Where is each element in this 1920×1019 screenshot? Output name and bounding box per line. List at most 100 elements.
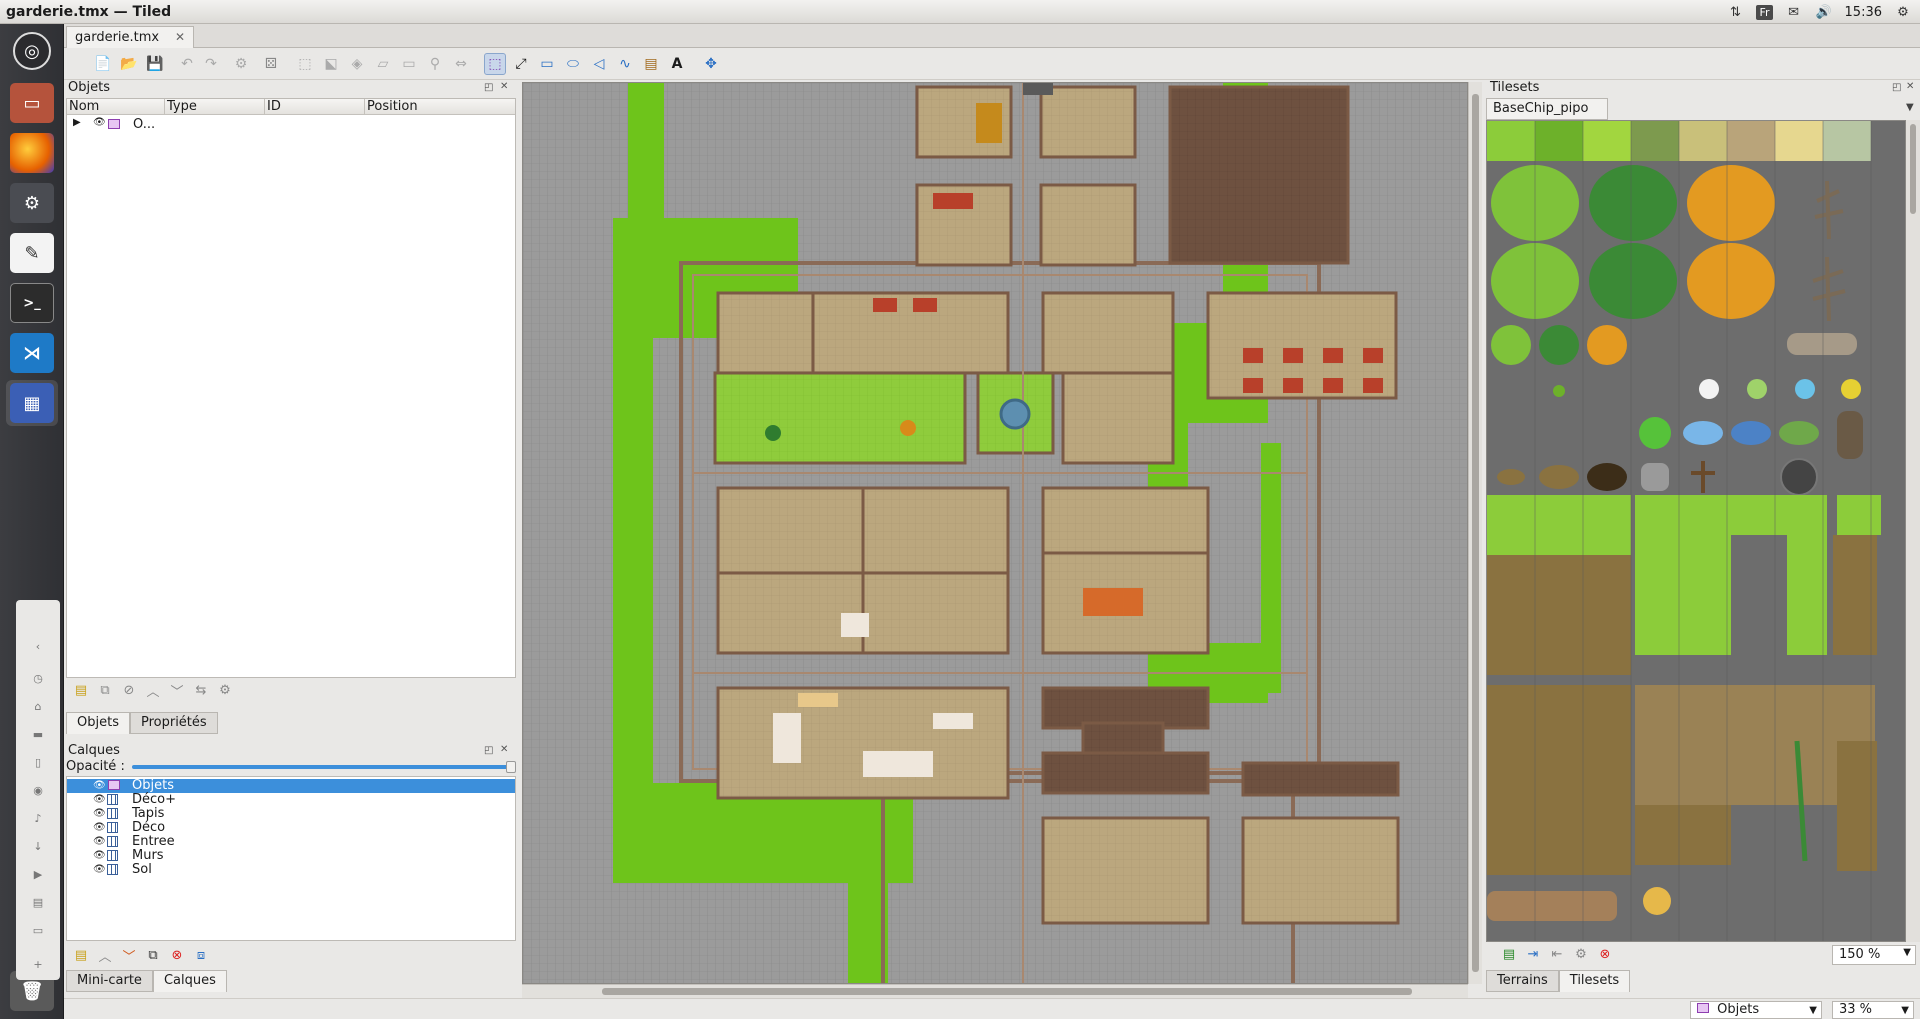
visibility-eye-icon[interactable]: 👁 — [93, 807, 106, 821]
commands-icon[interactable]: ⚙ — [230, 53, 252, 75]
column-header-id[interactable]: ID — [265, 99, 365, 115]
opacity-slider[interactable] — [132, 761, 516, 773]
current-layer-combo[interactable]: Objets ▼ — [1690, 1001, 1822, 1019]
add-object-layer-icon[interactable]: ▤ — [72, 683, 90, 698]
redo-icon[interactable]: ↷ — [200, 53, 222, 75]
download-icon[interactable]: ↓ — [30, 840, 46, 854]
random-mode-icon[interactable]: ⚄ — [260, 53, 282, 75]
map-zoom-combo[interactable]: 33 % ▼ — [1832, 1001, 1914, 1019]
folder-icon[interactable]: ▬ — [30, 728, 46, 742]
opacity-slider-handle[interactable] — [506, 761, 516, 773]
column-header-position[interactable]: Position — [365, 99, 515, 115]
tab-terrains[interactable]: Terrains — [1486, 970, 1559, 992]
close-panel-icon[interactable]: ✕ — [500, 744, 508, 755]
scrollbar-thumb[interactable] — [1472, 94, 1479, 972]
scrollbar-thumb[interactable] — [1910, 124, 1916, 214]
float-panel-icon[interactable]: ◰ — [484, 745, 493, 756]
tileset-tab[interactable]: BaseChip_pipo — [1486, 98, 1608, 120]
layer-row-entree[interactable]: 👁 Entree — [67, 835, 515, 849]
move-icon[interactable]: ✥ — [700, 53, 722, 75]
export-tileset-icon[interactable]: ⇤ — [1548, 947, 1566, 962]
open-file-icon[interactable]: 📂 — [118, 53, 140, 75]
map-canvas[interactable] — [522, 82, 1468, 984]
duplicate-layer-icon[interactable]: ⧉ — [144, 948, 162, 963]
edit-polygons-icon[interactable]: ⤢ — [510, 53, 532, 75]
magic-wand-icon[interactable]: ⚲ — [424, 53, 446, 75]
expand-arrow-icon[interactable]: ▶ — [73, 117, 81, 128]
toggle-others-icon[interactable]: ⧈ — [192, 948, 210, 963]
scrollbar-thumb[interactable] — [602, 988, 1412, 995]
eraser-icon[interactable]: ▱ — [372, 53, 394, 75]
new-file-icon[interactable]: 📄 — [92, 53, 114, 75]
remove-object-icon[interactable]: ⊘ — [120, 683, 138, 698]
visibility-eye-icon[interactable]: 👁 — [93, 793, 106, 807]
save-file-icon[interactable]: 💾 — [144, 53, 166, 75]
drive-icon[interactable]: ▭ — [30, 924, 46, 938]
collapse-arrow-icon[interactable]: ‹ — [30, 640, 46, 654]
visibility-eye-icon[interactable]: 👁 — [93, 863, 106, 877]
layer-row-deco[interactable]: 👁 Déco — [67, 821, 515, 835]
text-editor-launcher[interactable]: ✎ — [6, 230, 58, 276]
select-same-tile-icon[interactable]: ⇔ — [450, 53, 472, 75]
insert-text-icon[interactable]: A — [666, 53, 688, 75]
move-down-icon[interactable]: ﹀ — [168, 681, 186, 700]
layer-row-sol[interactable]: 👁 Sol — [67, 863, 515, 877]
table-row[interactable]: ▶ 👁 O... — [67, 117, 515, 133]
dash-button[interactable]: ◎ — [6, 28, 58, 74]
add-layer-icon[interactable]: ▤ — [72, 948, 90, 963]
object-properties-icon[interactable]: ⚙ — [216, 683, 234, 698]
stamp-brush-icon[interactable]: ⬚ — [294, 53, 316, 75]
layer-row-tapis[interactable]: 👁 Tapis — [67, 807, 515, 821]
tab-objects[interactable]: Objets — [66, 712, 130, 734]
add-icon[interactable]: + — [30, 958, 46, 972]
document-icon[interactable]: ▯ — [30, 756, 46, 770]
mail-icon[interactable]: ✉ — [1785, 4, 1803, 20]
map-vertical-scrollbar[interactable] — [1468, 82, 1482, 984]
volume-icon[interactable]: 🔊 — [1815, 4, 1833, 20]
tab-layers[interactable]: Calques — [152, 970, 227, 992]
tiled-launcher[interactable]: ▦ — [6, 380, 58, 426]
tileset-menu-arrow-icon[interactable]: ▼ — [1906, 102, 1914, 113]
remove-tileset-icon[interactable]: ⊗ — [1596, 947, 1614, 962]
close-panel-icon[interactable]: ✕ — [500, 81, 508, 92]
bucket-fill-icon[interactable]: ◈ — [346, 53, 368, 75]
terminal-launcher[interactable]: >_ — [6, 280, 58, 326]
map-render[interactable] — [523, 83, 1468, 984]
visibility-eye-icon[interactable]: 👁 — [93, 849, 106, 863]
settings-launcher[interactable]: ⚙ — [6, 180, 58, 226]
float-panel-icon[interactable]: ◰ — [484, 82, 493, 93]
remove-layer-icon[interactable]: ⊗ — [168, 948, 186, 963]
trash-small-icon[interactable]: ▤ — [30, 896, 46, 910]
select-objects-icon[interactable]: ⬚ — [484, 53, 506, 75]
objects-table[interactable]: Nom Type ID Position ▶ 👁 O... — [66, 98, 516, 678]
insert-polygon-icon[interactable]: ◁ — [588, 53, 610, 75]
import-tileset-icon[interactable]: ⇥ — [1524, 947, 1542, 962]
settings-gear-icon[interactable]: ⚙ — [1894, 4, 1912, 20]
duplicate-object-icon[interactable]: ⧉ — [96, 683, 114, 698]
visibility-eye-icon[interactable]: 👁 — [93, 117, 106, 128]
tab-tilesets[interactable]: Tilesets — [1558, 970, 1631, 992]
layer-row-deco-plus[interactable]: 👁 Déco+ — [67, 793, 515, 807]
float-panel-icon[interactable]: ◰ — [1892, 82, 1901, 93]
tab-garderie[interactable]: garderie.tmx ✕ — [66, 26, 194, 48]
network-icon[interactable]: ⇅ — [1726, 4, 1744, 20]
insert-ellipse-icon[interactable]: ⬭ — [562, 53, 584, 75]
music-icon[interactable]: ♪ — [30, 812, 46, 826]
visibility-eye-icon[interactable]: 👁 — [93, 835, 106, 849]
move-to-layer-icon[interactable]: ⇆ — [192, 683, 210, 698]
insert-tile-icon[interactable]: ▤ — [640, 53, 662, 75]
visibility-eye-icon[interactable]: 👁 — [93, 779, 106, 793]
files-launcher[interactable]: ▭ — [6, 80, 58, 126]
lower-layer-icon[interactable]: ﹀ — [120, 946, 138, 965]
video-icon[interactable]: ▶ — [30, 868, 46, 882]
column-header-type[interactable]: Type — [165, 99, 265, 115]
close-panel-icon[interactable]: ✕ — [1906, 81, 1914, 92]
tileset-properties-icon[interactable]: ⚙ — [1572, 947, 1590, 962]
insert-rectangle-icon[interactable]: ▭ — [536, 53, 558, 75]
layer-row-objets[interactable]: 👁 Objets — [67, 779, 515, 793]
tab-minimap[interactable]: Mini-carte — [66, 970, 153, 992]
layers-list[interactable]: 👁 Objets 👁 Déco+ 👁 Tapis 👁 Déco 👁 Entree… — [66, 776, 516, 941]
terrain-brush-icon[interactable]: ⬕ — [320, 53, 342, 75]
new-tileset-icon[interactable]: ▤ — [1500, 947, 1518, 962]
firefox-launcher[interactable] — [6, 130, 58, 176]
